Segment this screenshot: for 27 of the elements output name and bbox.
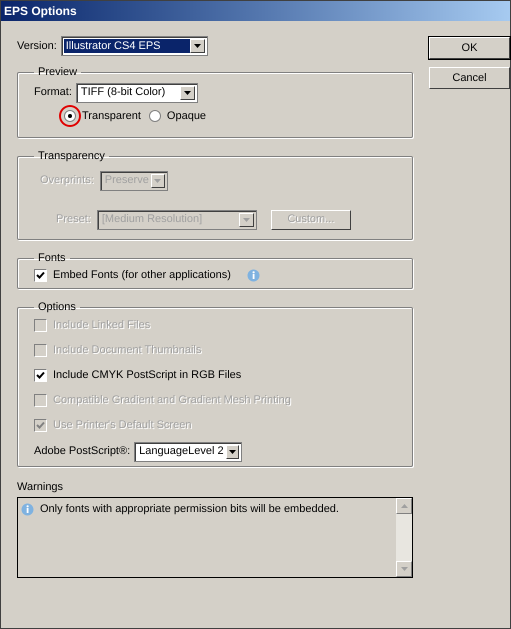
checkbox-label[interactable]: Include CMYK PostScript in RGB Files [53,367,242,384]
dialog-button[interactable]: OK [429,37,510,59]
scrollbar[interactable] [396,498,412,577]
group-title: Transparency [37,149,106,164]
checkbox[interactable] [34,269,47,282]
dropdown[interactable]: TIFF (8-bit Color) [76,82,198,102]
scroll-up-icon[interactable] [396,498,412,514]
scroll-down-icon[interactable] [396,561,412,577]
group-title: Fonts [37,251,67,266]
dropdown[interactable]: LanguageLevel 2 [134,442,242,462]
radio-label[interactable]: Opaque [166,108,206,124]
info-icon [21,502,34,516]
warning-message: Only fonts with appropriate permission bits will be embedded. [40,502,339,517]
radio-label[interactable]: Transparent [82,108,141,124]
group-title: Options [37,300,77,315]
section-title: Warnings [17,480,64,493]
group-title: Preview [37,65,78,80]
checkbox[interactable] [34,369,47,382]
checkbox-label[interactable]: Embed Fonts (for other applications) [53,267,231,284]
field-label: Format: [34,85,72,100]
window-title: EPS Options [4,3,77,20]
field-label: Adobe PostScript®: [34,444,130,460]
dropdown[interactable]: Illustrator CS4 EPS [60,36,208,56]
dialog-button[interactable]: Cancel [429,67,510,89]
info-icon[interactable] [246,269,260,282]
field-label: Version: [17,38,57,54]
radio-button[interactable] [148,110,161,122]
